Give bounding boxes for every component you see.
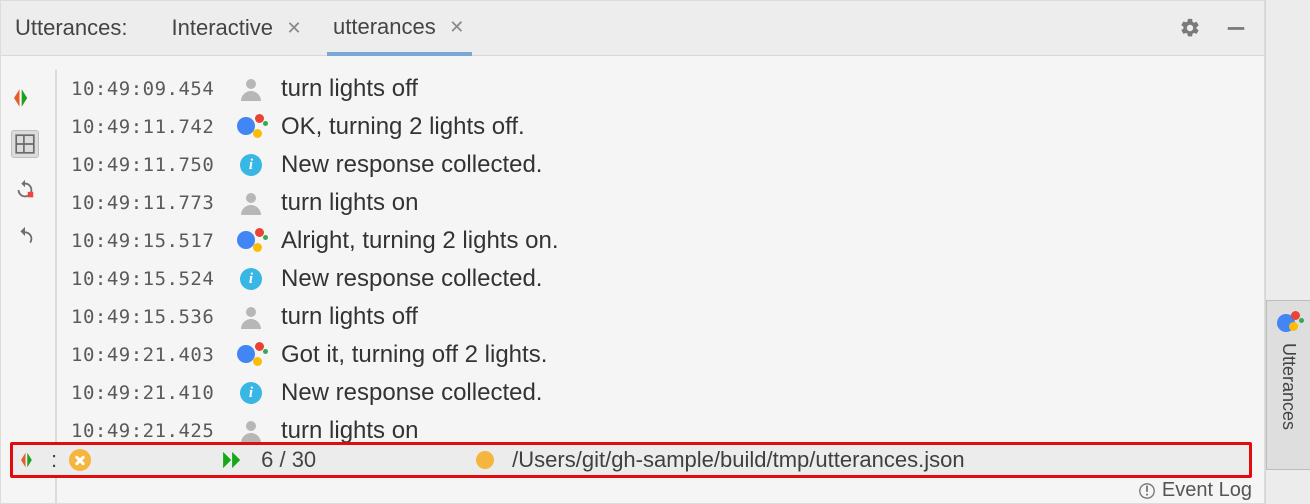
log-row: 10:49:11.773 turn lights on bbox=[71, 184, 1264, 222]
log-message: New response collected. bbox=[281, 151, 542, 179]
status-dot-icon bbox=[476, 451, 494, 469]
log-row: 10:49:15.524 i New response collected. bbox=[71, 260, 1264, 298]
timestamp: 10:49:15.536 bbox=[71, 306, 221, 328]
close-icon[interactable]: ✕ bbox=[448, 18, 466, 36]
user-icon bbox=[235, 305, 267, 329]
event-log-link[interactable]: Event Log bbox=[1138, 479, 1252, 502]
log-message: turn lights off bbox=[281, 75, 418, 103]
info-icon: i bbox=[235, 154, 267, 176]
log-row: 10:49:09.454 turn lights off bbox=[71, 70, 1264, 108]
close-icon[interactable]: ✕ bbox=[285, 19, 303, 37]
log-message: turn lights off bbox=[281, 303, 418, 331]
timestamp: 10:49:11.750 bbox=[71, 154, 221, 176]
log-row: 10:49:15.517 Alright, turning 2 lights on… bbox=[71, 222, 1264, 260]
timestamp: 10:49:21.410 bbox=[71, 382, 221, 404]
user-icon bbox=[235, 191, 267, 215]
timestamp: 10:49:11.773 bbox=[71, 192, 221, 214]
expand-collapse-icon[interactable] bbox=[11, 84, 39, 112]
timestamp: 10:49:15.524 bbox=[71, 268, 221, 290]
log-row: 10:49:21.403 Got it, turning off 2 lights… bbox=[71, 336, 1264, 374]
gear-icon[interactable] bbox=[1176, 14, 1204, 42]
sidebar-tab-utterances[interactable]: Utterances bbox=[1266, 300, 1310, 470]
rerun-icon[interactable] bbox=[11, 176, 39, 204]
timestamp: 10:49:21.425 bbox=[71, 420, 221, 442]
user-icon bbox=[235, 77, 267, 101]
timestamp: 10:49:11.742 bbox=[71, 116, 221, 138]
layout-icon[interactable] bbox=[11, 130, 39, 158]
progress-counter: 6 / 30 bbox=[261, 447, 316, 473]
status-bar: : 6 / 30 /Users/git/gh-sample/build/tmp/… bbox=[10, 442, 1252, 478]
assistant-icon bbox=[235, 342, 267, 368]
log-row: 10:49:11.742 OK, turning 2 lights off. bbox=[71, 108, 1264, 146]
timestamp: 10:49:15.517 bbox=[71, 230, 221, 252]
assistant-icon bbox=[1277, 311, 1301, 333]
right-sidebar: Utterances bbox=[1265, 0, 1310, 504]
log-row: 10:49:15.536 turn lights off bbox=[71, 298, 1264, 336]
left-gutter bbox=[1, 70, 49, 503]
expand-collapse-icon[interactable] bbox=[21, 451, 39, 469]
file-path: /Users/git/gh-sample/build/tmp/utterance… bbox=[512, 447, 964, 473]
panel-title: Utterances: bbox=[15, 15, 128, 41]
fast-forward-icon[interactable] bbox=[221, 451, 245, 469]
assistant-icon bbox=[235, 228, 267, 254]
log-row: 10:49:21.410 i New response collected. bbox=[71, 374, 1264, 412]
stop-icon[interactable] bbox=[69, 449, 91, 471]
log-message: turn lights on bbox=[281, 417, 418, 445]
tab-interactive[interactable]: Interactive ✕ bbox=[166, 1, 310, 55]
assistant-icon bbox=[235, 114, 267, 140]
log-list[interactable]: 10:49:09.454 turn lights off 10:49:11.742 O… bbox=[63, 70, 1264, 503]
tab-utterances[interactable]: utterances ✕ bbox=[327, 2, 472, 56]
log-message: Alright, turning 2 lights on. bbox=[281, 227, 559, 255]
info-icon: i bbox=[235, 268, 267, 290]
separator-colon: : bbox=[51, 447, 57, 473]
panel-header: Utterances: Interactive ✕ utterances ✕ bbox=[1, 1, 1264, 56]
tab-label: utterances bbox=[333, 14, 436, 40]
sidebar-tab-label: Utterances bbox=[1278, 343, 1299, 430]
log-row: 10:49:11.750 i New response collected. bbox=[71, 146, 1264, 184]
undo-icon[interactable] bbox=[11, 222, 39, 250]
log-message: OK, turning 2 lights off. bbox=[281, 113, 525, 141]
log-message: Got it, turning off 2 lights. bbox=[281, 341, 547, 369]
info-icon: i bbox=[235, 382, 267, 404]
timestamp: 10:49:21.403 bbox=[71, 344, 221, 366]
log-message: turn lights on bbox=[281, 189, 418, 217]
minimize-icon[interactable] bbox=[1222, 14, 1250, 42]
timestamp: 10:49:09.454 bbox=[71, 78, 221, 100]
log-message: New response collected. bbox=[281, 265, 542, 293]
log-message: New response collected. bbox=[281, 379, 542, 407]
user-icon bbox=[235, 419, 267, 443]
tab-label: Interactive bbox=[172, 15, 274, 41]
event-log-label: Event Log bbox=[1162, 479, 1252, 502]
